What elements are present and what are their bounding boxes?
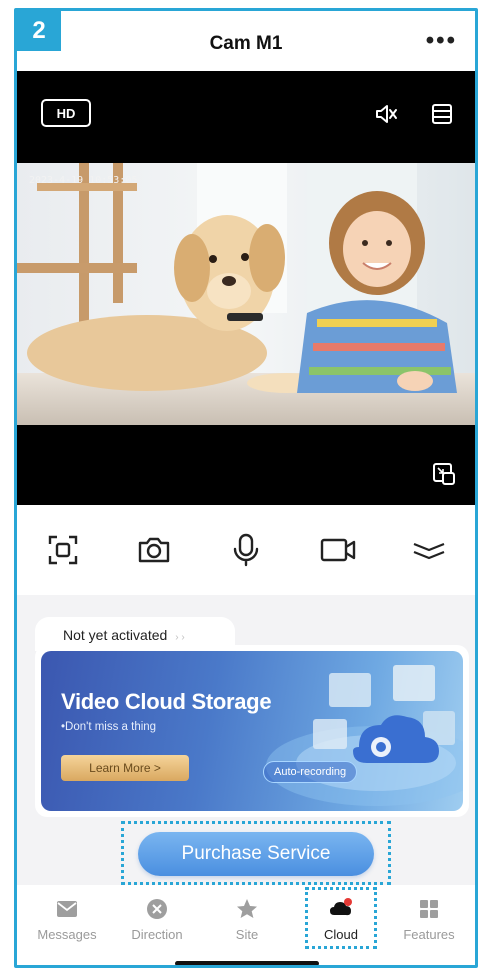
talk-button[interactable] <box>226 530 266 570</box>
messages-icon <box>57 901 77 917</box>
camera-control-bar <box>17 505 475 595</box>
purchase-highlight: Purchase Service <box>121 821 391 885</box>
expand-controls-button[interactable] <box>409 530 449 570</box>
camera-snapshot-icon <box>139 537 170 563</box>
mute-icon[interactable] <box>373 101 399 127</box>
nav-item-direction[interactable]: Direction <box>117 891 197 955</box>
nav-item-features[interactable]: Features <box>389 891 469 955</box>
cloud-highlight <box>305 887 377 949</box>
bottom-navigation: Messages Direction Site Cloud Features <box>17 885 475 965</box>
banner-subtitle: •Don't miss a thing <box>61 721 157 733</box>
banner-title: Video Cloud Storage <box>61 689 272 714</box>
fullscreen-frame-icon <box>48 535 77 565</box>
live-video-view[interactable]: HD 2023-4-19 10:53:05 <box>17 71 475 505</box>
title-bar: Cam M1 ••• <box>17 11 475 71</box>
nav-label-messages: Messages <box>37 927 97 942</box>
cloud-service-panel: Not yet activated › › Video Cloud Storage… <box>17 595 475 885</box>
star-icon <box>237 899 257 918</box>
camera-feed-image: 2023-4-19 10:53:05 <box>17 163 475 425</box>
page-title: Cam M1 <box>209 33 283 54</box>
nav-label-features: Features <box>403 927 455 942</box>
nav-label-site: Site <box>235 927 259 942</box>
auto-recording-badge: Auto-recording <box>263 761 358 783</box>
record-button[interactable] <box>318 530 358 570</box>
nav-label-direction: Direction <box>131 927 183 942</box>
learn-more-button[interactable]: Learn More > <box>61 755 189 781</box>
hd-quality-button[interactable]: HD <box>41 99 91 127</box>
home-indicator <box>175 961 319 965</box>
layout-icon[interactable] <box>429 101 455 127</box>
video-record-icon <box>320 538 355 562</box>
cloud-storage-banner[interactable]: Video Cloud Storage •Don't miss a thing … <box>41 651 463 811</box>
phone-frame: 2 Cam M1 ••• HD 2023-4-19 10:53:05 Not y… <box>14 8 478 968</box>
video-timestamp: 2023-4-19 10:53:05 <box>29 175 138 186</box>
purchase-service-button[interactable]: Purchase Service <box>138 832 374 876</box>
microphone-icon <box>233 533 259 567</box>
more-options-icon[interactable]: ••• <box>426 27 457 55</box>
expand-chevron-icon <box>413 542 445 560</box>
nav-item-site[interactable]: Site <box>207 891 287 955</box>
grid-icon <box>420 900 438 918</box>
cloud-storage-card[interactable]: Video Cloud Storage •Don't miss a thing … <box>35 645 469 817</box>
status-chevron-icon: › › <box>175 632 185 643</box>
direction-icon <box>147 899 167 919</box>
nav-item-messages[interactable]: Messages <box>27 891 107 955</box>
step-badge: 2 <box>17 11 61 51</box>
fullscreen-frame-button[interactable] <box>43 530 83 570</box>
pip-icon[interactable] <box>431 461 457 487</box>
snapshot-button[interactable] <box>134 530 174 570</box>
activation-status-text: Not yet activated <box>63 627 168 643</box>
